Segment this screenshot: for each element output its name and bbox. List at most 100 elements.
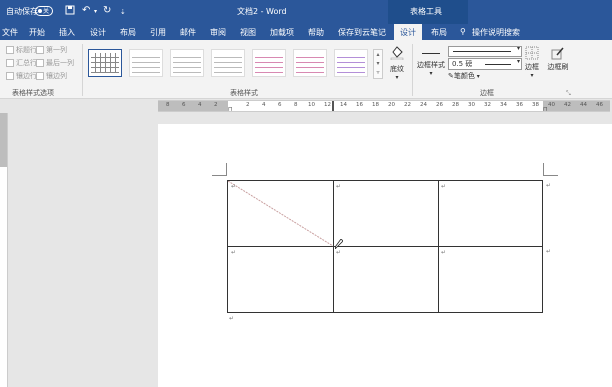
checkbox-icon	[36, 59, 44, 67]
style-preview	[173, 53, 201, 73]
style-preview	[91, 53, 119, 73]
tab-cloud-notes[interactable]: 保存到云笔记	[338, 27, 386, 38]
diagonal-border-line	[228, 181, 334, 247]
table-style-grid[interactable]	[88, 49, 122, 77]
line-style-preview	[453, 51, 511, 52]
line-style-select[interactable]: ▾	[448, 45, 522, 57]
save-icon[interactable]	[65, 5, 75, 18]
ruler-number: 18	[372, 102, 379, 108]
ruler-number: 4	[262, 102, 266, 108]
borders-button[interactable]: 边框 ▾	[522, 46, 542, 79]
ruler-number: 12	[324, 102, 331, 108]
border-styles-button[interactable]: 边框样式 ▾	[416, 46, 446, 77]
checkbox-icon	[36, 46, 44, 54]
cell-end-mark-icon: ↵	[441, 249, 447, 256]
chevron-down-icon: ▾	[530, 72, 534, 79]
row-end-mark-icon: ↵	[546, 248, 552, 255]
tab-design[interactable]: 设计	[90, 27, 106, 38]
tab-references[interactable]: 引用	[150, 27, 166, 38]
table-style-plain-1[interactable]	[129, 49, 163, 77]
chk-total-row[interactable]: 汇总行	[6, 58, 37, 68]
tab-addins[interactable]: 加载项	[270, 27, 294, 38]
tab-view[interactable]: 视图	[240, 27, 256, 38]
chevron-up-icon[interactable]: ▴	[374, 50, 382, 59]
gallery-more-icon[interactable]: ▿	[374, 68, 382, 77]
paint-bucket-icon	[386, 44, 408, 64]
border-style-line-icon	[416, 46, 446, 60]
pen-color-button[interactable]: ✎笔颜色 ▾	[448, 71, 480, 81]
border-painter-icon	[546, 46, 570, 62]
tab-table-design[interactable]: 设计	[394, 24, 422, 40]
table-style-pink-1[interactable]	[252, 49, 286, 77]
chk-header-row[interactable]: 标题行	[6, 45, 37, 55]
checkbox-icon	[6, 59, 14, 67]
document-table[interactable]: ↵ ↵ ↵ ↵ ↵ ↵	[227, 180, 543, 313]
ruler-number: 24	[420, 102, 427, 108]
horizontal-ruler[interactable]: 8 6 4 2 2 4 6 8 10 12 14 16 18 20 22 24 …	[158, 100, 610, 113]
tab-home[interactable]: 开始	[29, 27, 45, 38]
gallery-scroll[interactable]: ▴ ▾ ▿	[373, 49, 383, 79]
customize-toolbar-icon[interactable]: ⇣	[120, 8, 126, 16]
tab-mailings[interactable]: 邮件	[180, 27, 196, 38]
chevron-down-icon: ▾	[395, 74, 399, 81]
dialog-launcher-icon[interactable]: ⤡	[566, 90, 571, 98]
redo-icon[interactable]: ↻	[103, 5, 111, 16]
cell-end-mark-icon: ↵	[231, 183, 237, 190]
chk-banded-rows[interactable]: 镶边行	[6, 71, 37, 81]
crop-mark	[543, 175, 558, 176]
chk-last-column[interactable]: 最后一列	[36, 58, 74, 68]
ruler-number: 32	[484, 102, 491, 108]
style-preview	[337, 53, 365, 73]
table-style-plain-2[interactable]	[170, 49, 204, 77]
tab-help[interactable]: 帮助	[308, 27, 324, 38]
ruler-number: 36	[516, 102, 523, 108]
table-style-pink-2[interactable]	[293, 49, 327, 77]
border-painter-button[interactable]: 边框刷	[546, 46, 570, 72]
cell-end-mark-icon: ↵	[336, 183, 342, 190]
undo-icon[interactable]: ↶	[82, 5, 90, 16]
document-title: 文档2 - Word	[237, 7, 287, 16]
ruler-number: 16	[356, 102, 363, 108]
tab-table-layout[interactable]: 布局	[431, 27, 447, 38]
ruler-number: 6	[278, 102, 282, 108]
table-style-lavender[interactable]	[334, 49, 368, 77]
ruler-number: 38	[532, 102, 539, 108]
ruler-number: 42	[564, 102, 571, 108]
ruler-number: 34	[500, 102, 507, 108]
chevron-down-icon[interactable]: ▾	[374, 59, 382, 68]
table-style-plain-3[interactable]	[211, 49, 245, 77]
vertical-ruler[interactable]	[0, 113, 8, 387]
ruler-number: 10	[308, 102, 315, 108]
indent-marker-icon[interactable]: ⊓	[228, 106, 233, 113]
title-bar: 自动保存 关 ↶ ▾ ↻ ⇣ 文档2 - Word 表格工具	[0, 0, 612, 24]
ruler-number: 8	[294, 102, 298, 108]
ruler-number: 30	[468, 102, 475, 108]
tell-me-input[interactable]: 操作说明搜索	[472, 27, 520, 38]
shading-button[interactable]: 底纹 ▾	[386, 44, 408, 81]
cell-end-mark-icon: ↵	[231, 249, 237, 256]
vruler-top-margin	[0, 113, 7, 167]
cell-end-mark-icon: ↵	[441, 183, 447, 190]
ruler-number: 26	[436, 102, 443, 108]
tab-layout[interactable]: 布局	[120, 27, 136, 38]
tab-review[interactable]: 审阅	[210, 27, 226, 38]
undo-dropdown-icon[interactable]: ▾	[94, 8, 97, 15]
ruler-number: 44	[580, 102, 587, 108]
ruler-number: 20	[388, 102, 395, 108]
chevron-down-icon: ▾	[516, 45, 520, 52]
ruler-number: 2	[246, 102, 250, 108]
right-indent-marker-icon[interactable]: ⊓	[543, 106, 548, 113]
column-marker[interactable]	[332, 101, 334, 111]
ribbon-tabs: 文件 开始 插入 设计 布局 引用 邮件 审阅 视图 加载项 帮助 保存到云笔记…	[0, 24, 612, 40]
toggle-knob	[38, 9, 42, 13]
crop-mark	[226, 163, 227, 176]
ruler-number: 40	[548, 102, 555, 108]
line-weight-select[interactable]: 0.5 磅 ▾	[448, 58, 522, 70]
tab-file[interactable]: 文件	[2, 27, 18, 38]
tab-insert[interactable]: 插入	[59, 27, 75, 38]
chk-banded-columns[interactable]: 镶边列	[36, 71, 67, 81]
chevron-down-icon: ▾	[474, 73, 480, 80]
chk-first-column[interactable]: 第一列	[36, 45, 67, 55]
line-weight-preview	[485, 64, 511, 65]
autosave-toggle[interactable]: 关	[35, 6, 53, 16]
